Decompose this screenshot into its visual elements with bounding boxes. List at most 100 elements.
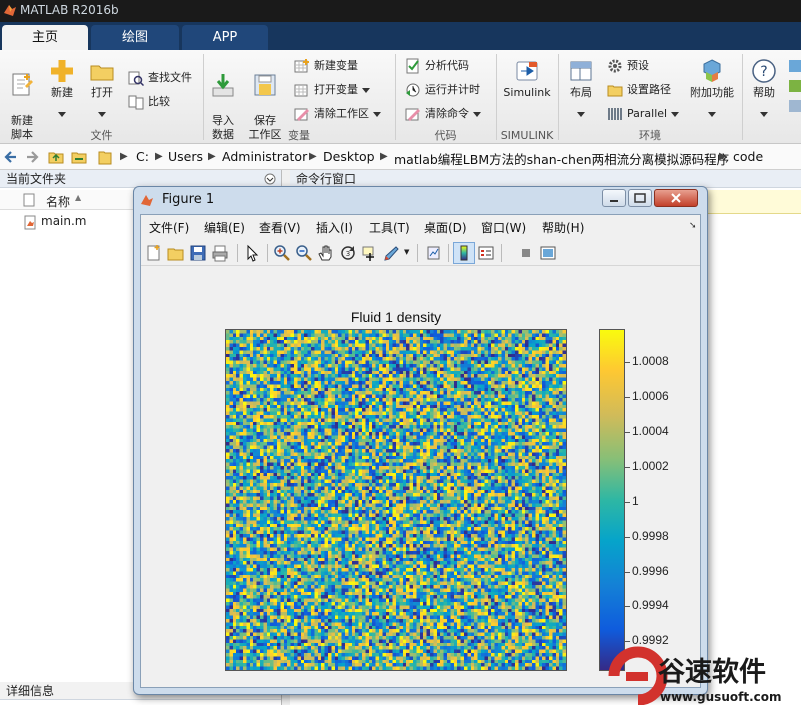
open-button[interactable]: 打开 xyxy=(86,58,118,100)
maximize-button[interactable] xyxy=(628,189,652,207)
minimize-button[interactable] xyxy=(602,189,626,207)
new-button[interactable]: 新建 xyxy=(46,58,78,100)
tab-plots[interactable]: 绘图 xyxy=(91,25,179,50)
group-label-code: 代码 xyxy=(434,129,457,142)
menu-overflow-icon[interactable]: ➘ xyxy=(689,221,697,231)
insert-colorbar-icon[interactable] xyxy=(455,244,473,262)
group-label-variable: 变量 xyxy=(288,129,310,142)
open-variable-icon xyxy=(294,84,308,97)
crumb-administrator[interactable]: Administrator xyxy=(222,149,307,164)
clear-workspace-caret[interactable] xyxy=(373,111,381,117)
back-arrow-icon[interactable] xyxy=(4,150,18,164)
menu-desktop[interactable]: 桌面(D) xyxy=(424,219,467,236)
rotate-3d-icon[interactable]: 3 xyxy=(339,244,357,262)
community-icons[interactable] xyxy=(788,58,801,118)
colorbar-tick-label: 1.0002 xyxy=(632,458,669,473)
root-folder-icon xyxy=(98,151,112,165)
menu-file[interactable]: 文件(F) xyxy=(149,219,189,236)
preferences-button[interactable]: 预设 xyxy=(607,56,649,76)
print-icon[interactable] xyxy=(211,244,229,262)
new-variable-button[interactable]: 新建变量 xyxy=(294,56,358,76)
tab-apps[interactable]: APP xyxy=(182,25,268,50)
colorbar[interactable] xyxy=(599,329,625,671)
layout-dropdown-caret[interactable] xyxy=(577,112,585,117)
show-plot-tools-icon[interactable] xyxy=(539,244,557,262)
forward-arrow-icon[interactable] xyxy=(25,150,39,164)
watermark-logo: 谷速软件 www.gusuoft.com xyxy=(608,646,782,705)
file-type-column-icon xyxy=(23,193,35,207)
svg-text:?: ? xyxy=(760,64,767,80)
find-files-button[interactable]: 查找文件 xyxy=(128,68,192,88)
menu-view[interactable]: 查看(V) xyxy=(259,219,301,236)
zoom-in-icon[interactable] xyxy=(273,244,291,262)
file-name: main.m xyxy=(41,214,87,228)
crumb-users[interactable]: Users xyxy=(168,149,203,164)
link-plot-icon[interactable] xyxy=(425,244,443,262)
toolbar-separator xyxy=(237,244,238,262)
help-dropdown-caret[interactable] xyxy=(760,112,768,117)
crumb-project-folder[interactable]: matlab编程LBM方法的shan-chen两相流分离模拟源码程序 xyxy=(394,149,729,168)
layout-button[interactable]: 布局 xyxy=(562,58,600,100)
open-variable-button[interactable]: 打开变量 xyxy=(294,80,370,100)
open-variable-caret[interactable] xyxy=(362,87,370,93)
help-button[interactable]: ? 帮助 xyxy=(746,58,782,100)
insert-legend-icon[interactable] xyxy=(477,244,495,262)
menu-help[interactable]: 帮助(H) xyxy=(542,219,584,236)
addons-dropdown-caret[interactable] xyxy=(708,112,716,117)
zoom-out-icon[interactable] xyxy=(295,244,313,262)
clear-commands-caret[interactable] xyxy=(473,111,481,117)
compare-button[interactable]: 比较 xyxy=(128,92,170,112)
menu-insert[interactable]: 插入(I) xyxy=(316,219,353,236)
menu-tools[interactable]: 工具(T) xyxy=(369,219,410,236)
plot-title: Fluid 1 density xyxy=(350,309,442,325)
panel-menu-icon[interactable] xyxy=(264,173,276,185)
close-button[interactable] xyxy=(654,189,698,207)
new-script-icon xyxy=(12,73,33,96)
colorbar-tick xyxy=(625,431,630,433)
colorbar-tick-label: 0.9996 xyxy=(632,563,669,578)
layout-icon xyxy=(570,61,592,81)
open-dropdown-caret[interactable] xyxy=(98,112,106,117)
parallel-caret[interactable] xyxy=(671,111,680,117)
pointer-arrow-icon[interactable] xyxy=(243,244,261,262)
crumb-desktop[interactable]: Desktop xyxy=(323,149,375,164)
new-dropdown-caret[interactable] xyxy=(58,112,66,117)
up-folder-icon[interactable] xyxy=(48,149,64,165)
clear-workspace-button[interactable]: 清除工作区 xyxy=(294,104,381,124)
run-and-time-button[interactable]: 运行并计时 xyxy=(405,80,480,100)
save-icon[interactable] xyxy=(189,244,207,262)
toolbar-separator xyxy=(501,244,502,262)
pan-hand-icon[interactable] xyxy=(317,244,335,262)
brush-dropdown-icon[interactable]: ▼ xyxy=(404,248,409,256)
open-file-icon[interactable] xyxy=(167,244,185,262)
simulink-icon xyxy=(516,61,538,81)
figure-content: 文件(F) 编辑(E) 查看(V) 插入(I) 工具(T) 桌面(D) 窗口(W… xyxy=(140,214,701,688)
browse-folder-icon[interactable] xyxy=(71,149,87,165)
crumb-code[interactable]: code xyxy=(733,149,763,164)
parallel-button[interactable]: Parallel xyxy=(607,104,680,124)
crumb-drive[interactable]: C: xyxy=(136,149,149,164)
sort-ascending-icon[interactable]: ▲ xyxy=(75,193,81,202)
colorbar-tick-label: 1 xyxy=(632,493,639,508)
set-path-button[interactable]: 设置路径 xyxy=(607,80,671,100)
new-figure-icon[interactable] xyxy=(145,244,163,262)
menu-window[interactable]: 窗口(W) xyxy=(481,219,526,236)
data-cursor-icon[interactable] xyxy=(361,244,379,262)
watermark-url: www.gusuoft.com xyxy=(660,690,782,704)
density-heatmap[interactable] xyxy=(225,329,567,671)
brush-icon[interactable] xyxy=(383,244,401,262)
addons-button[interactable]: 附加功能 xyxy=(687,58,737,100)
clear-commands-button[interactable]: 清除命令 xyxy=(405,104,481,124)
tab-home[interactable]: 主页 xyxy=(2,25,88,50)
colorbar-tick-label: 1.0004 xyxy=(632,423,669,438)
menu-edit[interactable]: 编辑(E) xyxy=(204,219,245,236)
new-variable-icon xyxy=(294,59,309,73)
svg-text:3: 3 xyxy=(346,250,350,258)
m-file-icon xyxy=(24,215,36,230)
ribbon-tabs: 主页 绘图 APP xyxy=(0,22,801,50)
simulink-button[interactable]: Simulink xyxy=(500,58,554,100)
hide-plot-tools-icon[interactable] xyxy=(517,244,535,262)
folder-open-icon xyxy=(90,65,114,81)
analyze-code-button[interactable]: 分析代码 xyxy=(405,56,469,76)
column-name-header[interactable]: 名称 xyxy=(46,193,70,210)
